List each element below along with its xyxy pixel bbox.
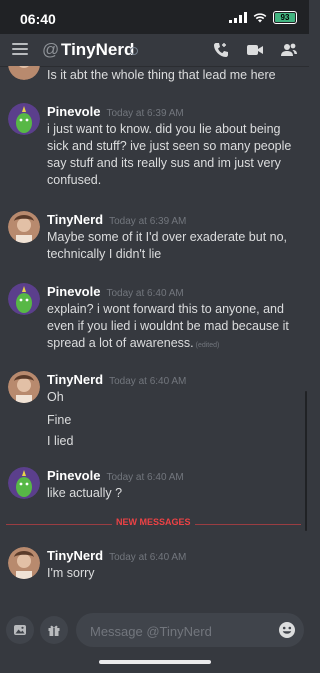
edited-label: (edited) <box>195 342 220 349</box>
username[interactable]: TinyNerd <box>47 372 103 387</box>
home-indicator[interactable] <box>99 660 211 664</box>
message-meta: Pinevole Today at 6:40 AM <box>47 283 184 301</box>
message-text: I'm sorry <box>47 566 95 580</box>
username[interactable]: Pinevole <box>47 468 100 483</box>
username[interactable]: TinyNerd <box>47 548 103 563</box>
timestamp: Today at 6:40 AM <box>106 472 184 483</box>
wifi-icon <box>253 13 267 23</box>
status-bar: 06:40 93 <box>0 0 309 34</box>
offline-status-icon <box>130 47 138 55</box>
message-meta: TinyNerd Today at 6:40 AM <box>47 547 186 565</box>
battery-icon: 93 <box>273 11 297 24</box>
message-meta: Pinevole Today at 6:39 AM <box>47 103 184 121</box>
call-icon[interactable] <box>212 41 230 59</box>
avatar-pinevole[interactable] <box>8 283 40 315</box>
timestamp: Today at 6:39 AM <box>109 216 187 227</box>
message-text: Oh <box>47 390 64 404</box>
timestamp: Today at 6:40 AM <box>109 376 187 387</box>
channel-header: @ TinyNerd <box>0 34 309 67</box>
message-text: Fine <box>47 413 72 427</box>
status-time: 06:40 <box>20 11 56 27</box>
battery-level: 93 <box>280 13 290 22</box>
avatar-tinynerd[interactable] <box>8 371 40 403</box>
hamburger-icon[interactable] <box>12 43 28 55</box>
timestamp: Today at 6:39 AM <box>106 108 184 119</box>
username[interactable]: Pinevole <box>47 104 100 119</box>
at-symbol: @ <box>42 40 60 59</box>
message-text: Is it abt the whole thing that lead me h… <box>47 68 276 82</box>
new-messages-label: NEW MESSAGES <box>112 517 195 527</box>
signal-icon <box>229 12 247 23</box>
message-meta: Pinevole Today at 6:40 AM <box>47 467 184 485</box>
message-body: explain? i wont forward this to anyone, … <box>47 302 289 350</box>
message-text: like actually ? <box>47 486 123 500</box>
members-icon[interactable] <box>280 41 298 59</box>
message-input-container[interactable] <box>76 613 304 649</box>
message-text: i just want to know. did you lie about b… <box>47 122 292 187</box>
username[interactable]: TinyNerd <box>47 212 103 227</box>
message-meta: TinyNerd Today at 6:40 AM <box>47 371 186 389</box>
emoji-icon[interactable] <box>278 621 296 639</box>
message-text: I lied <box>47 434 74 448</box>
message-list[interactable]: Is it abt the whole thing that lead me h… <box>0 66 309 604</box>
message-meta: TinyNerd Today at 6:39 AM <box>47 211 186 229</box>
message-composer <box>0 604 309 654</box>
image-icon[interactable] <box>6 616 34 644</box>
gift-icon[interactable] <box>40 616 68 644</box>
avatar-pinevole[interactable] <box>8 467 40 499</box>
message-text: Maybe some of it I'd over exaderate but … <box>47 230 288 261</box>
avatar-tinynerd[interactable] <box>8 547 40 579</box>
avatar-tinynerd[interactable] <box>8 66 40 80</box>
avatar-pinevole[interactable] <box>8 103 40 135</box>
channel-title[interactable]: TinyNerd <box>61 40 134 60</box>
scrollbar[interactable] <box>305 391 307 531</box>
video-icon[interactable] <box>246 41 264 59</box>
timestamp: Today at 6:40 AM <box>106 288 184 299</box>
avatar-tinynerd[interactable] <box>8 211 40 243</box>
username[interactable]: Pinevole <box>47 284 100 299</box>
timestamp: Today at 6:40 AM <box>109 552 187 563</box>
status-icons: 93 <box>229 11 297 24</box>
message-input[interactable] <box>88 613 272 649</box>
message-text: explain? i wont forward this to anyone, … <box>47 301 302 354</box>
